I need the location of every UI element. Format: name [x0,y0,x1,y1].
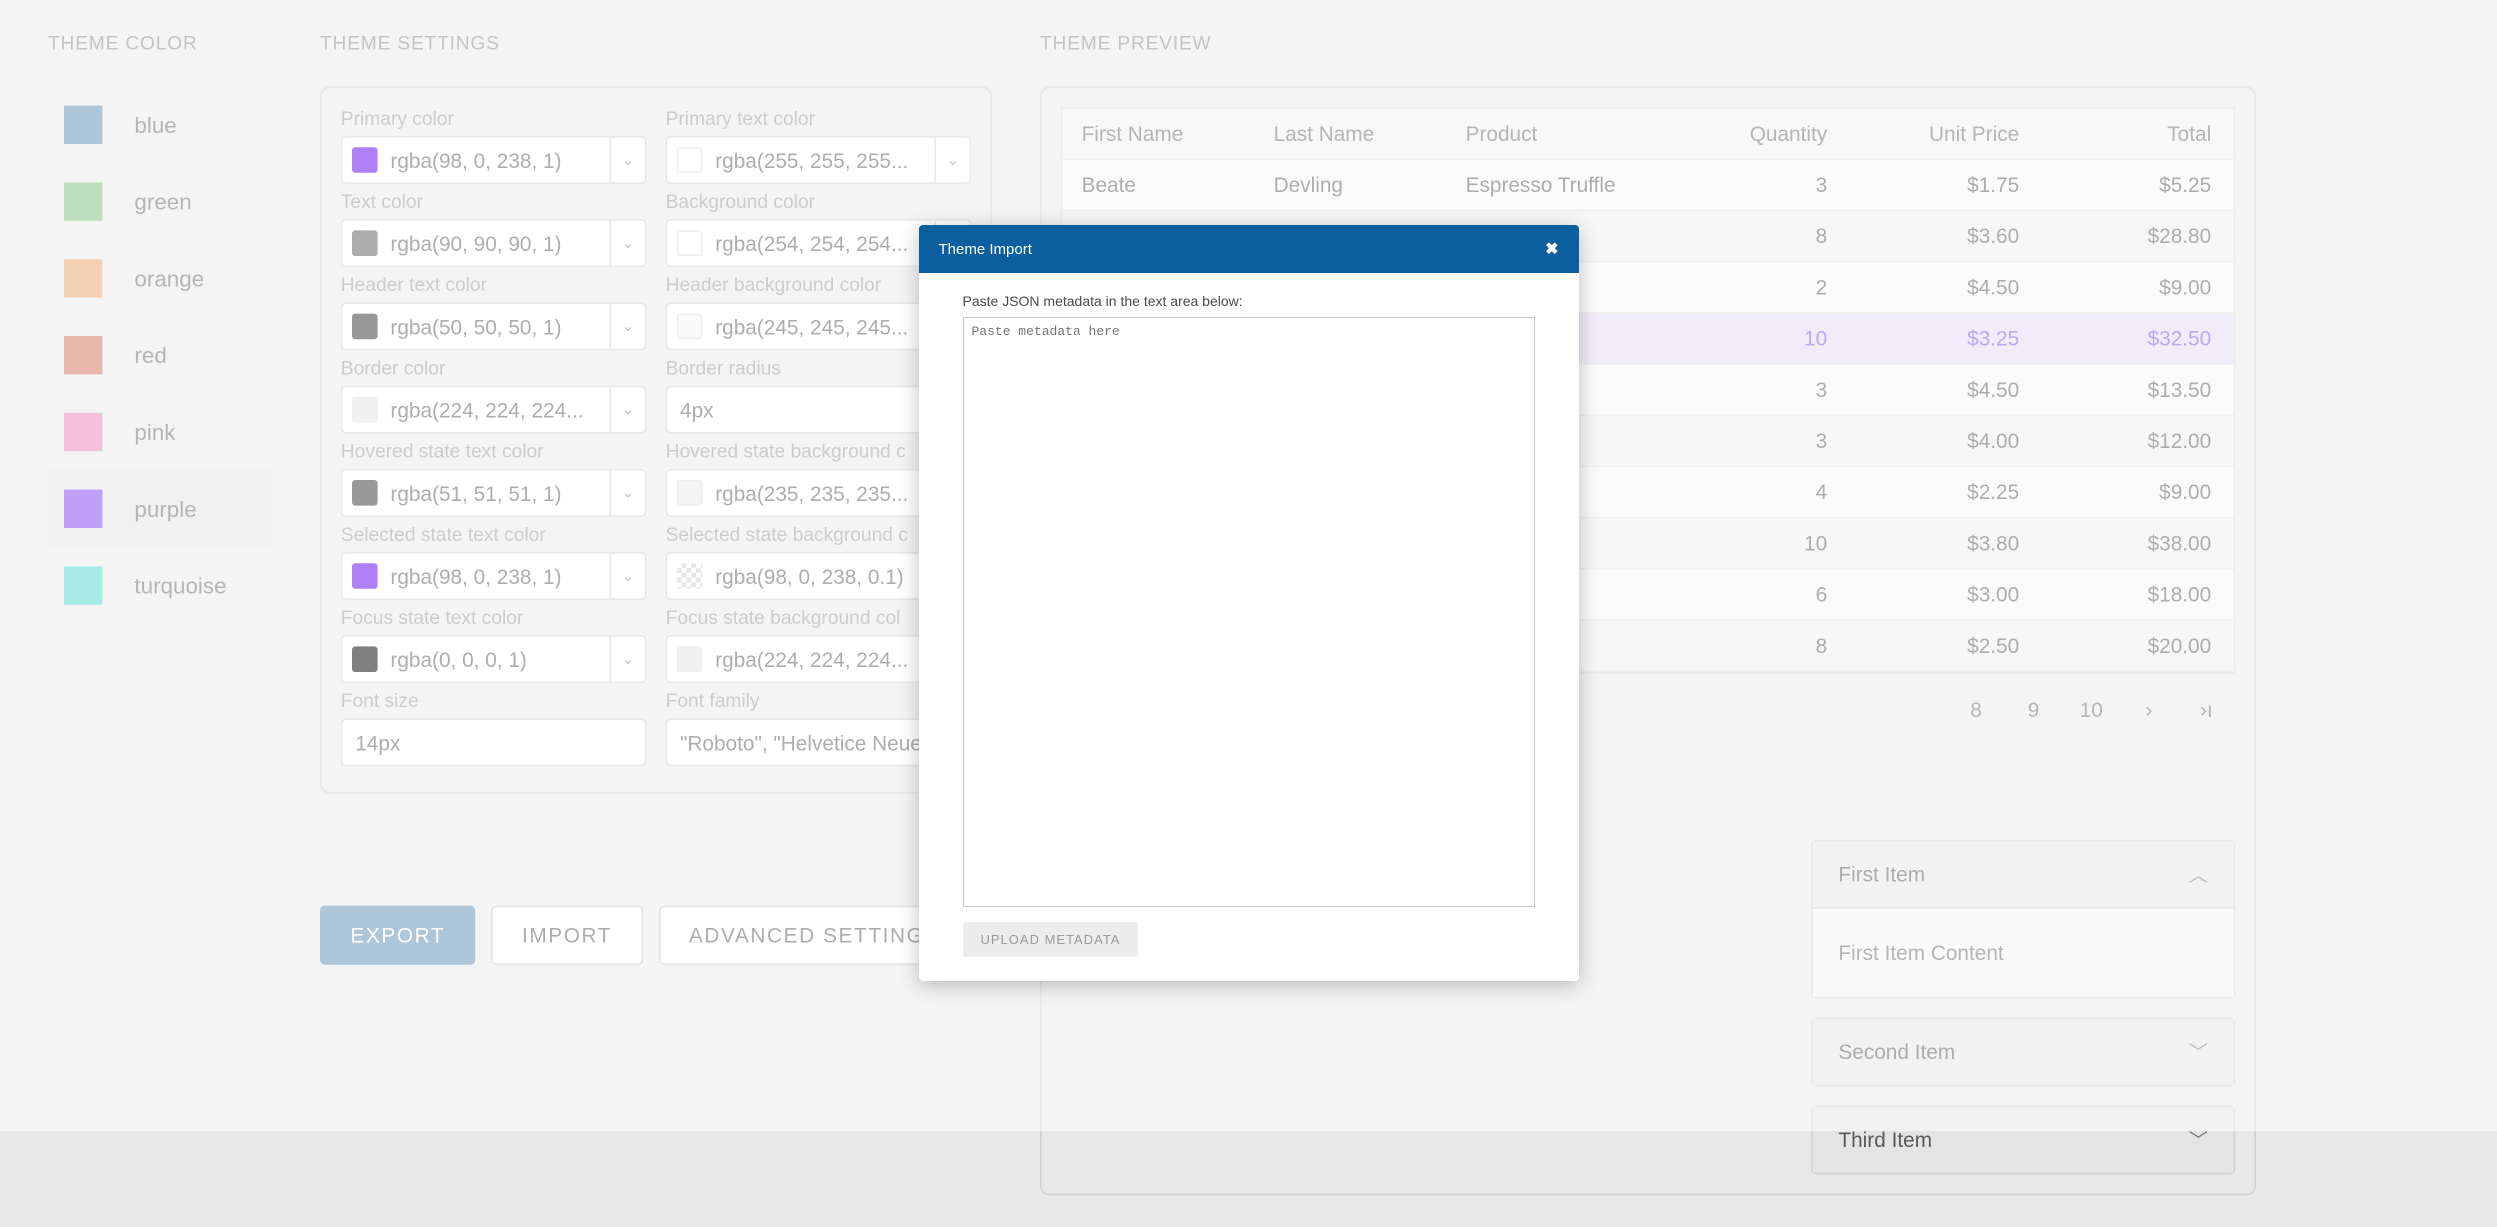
modal-instruction: Paste JSON metadata in the text area bel… [963,293,1535,309]
close-icon[interactable]: ✖ [1545,239,1558,259]
modal-header: Theme Import ✖ [919,225,1579,273]
accordion-title-3: Third Item [1838,1128,1932,1152]
modal-title: Theme Import [939,241,1032,258]
metadata-textarea[interactable] [963,317,1535,907]
modal-overlay: Theme Import ✖ Paste JSON metadata in th… [0,0,2497,1131]
modal-body: Paste JSON metadata in the text area bel… [919,273,1579,981]
upload-metadata-button[interactable]: UPLOAD METADATA [963,922,1139,957]
theme-import-modal: Theme Import ✖ Paste JSON metadata in th… [919,225,1579,981]
